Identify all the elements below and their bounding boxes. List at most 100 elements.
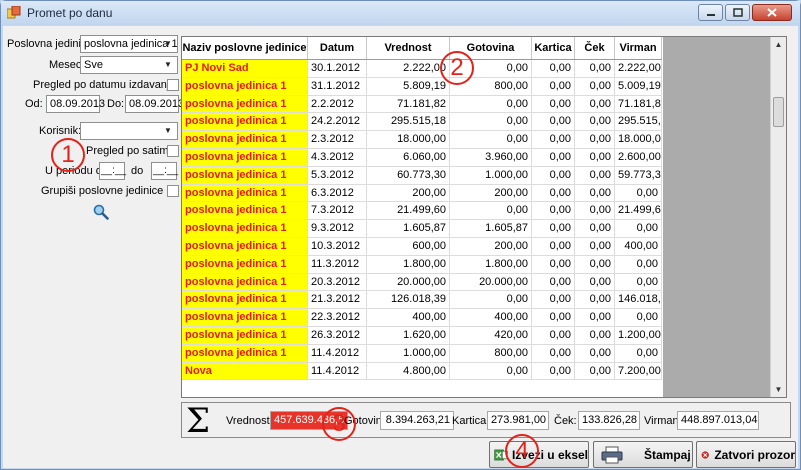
table-cell[interactable]: poslovna jedinica 1 <box>182 309 308 326</box>
table-cell[interactable]: 4.3.2012 <box>308 148 367 166</box>
table-cell[interactable]: 0,00 <box>532 131 575 148</box>
table-cell[interactable]: 0,00 <box>575 202 615 220</box>
scroll-down-icon[interactable]: ▼ <box>771 382 786 397</box>
table-cell[interactable]: 0,00 <box>532 362 575 380</box>
table-cell[interactable]: 7.200,00 <box>615 362 662 380</box>
table-cell[interactable]: 1.000,00 <box>450 166 532 184</box>
table-cell[interactable]: 20.3.2012 <box>308 273 367 291</box>
table-cell[interactable]: 0,00 <box>615 255 662 273</box>
table-cell[interactable]: 60.773,30 <box>367 166 450 184</box>
table-row[interactable]: poslovna jedinica 1 2.3.2012 18.000,00 0,00… <box>182 131 662 149</box>
table-cell[interactable]: 2.3.2012 <box>308 131 367 148</box>
period-do-field[interactable]: __:__ <box>151 162 178 180</box>
print-button[interactable]: Štampaj <box>593 441 693 468</box>
table-row[interactable]: poslovna jedinica 1 6.3.2012 200,00 200,00 0… <box>182 184 662 203</box>
column-header[interactable]: Datum <box>308 37 367 59</box>
table-cell[interactable]: 4.800,00 <box>367 362 450 380</box>
table-row[interactable]: poslovna jedinica 1 10.3.2012 600,00 200,00… <box>182 237 662 256</box>
table-cell[interactable]: 0,00 <box>532 344 575 362</box>
table-cell[interactable]: 0,00 <box>575 344 615 362</box>
table-cell[interactable]: 400,00 <box>450 309 532 326</box>
table-cell[interactable]: 0,00 <box>575 255 615 273</box>
table-cell[interactable]: 200,00 <box>367 184 450 202</box>
table-cell[interactable]: 11.4.2012 <box>308 362 367 380</box>
table-cell[interactable]: 0,00 <box>575 60 615 77</box>
vertical-scrollbar[interactable]: ▲ ▼ <box>770 37 786 397</box>
table-cell[interactable]: 11.4.2012 <box>308 344 367 362</box>
table-cell[interactable]: 2.222,00 <box>367 60 450 77</box>
table-cell[interactable]: 5.009,19 <box>615 77 662 95</box>
do-date-field[interactable]: 08.09.2013 <box>125 95 184 113</box>
table-cell[interactable]: 0,00 <box>575 362 615 380</box>
table-row[interactable]: poslovna jedinica 1 20.3.2012 20.000,00 20.… <box>182 273 662 292</box>
table-cell[interactable]: 0,00 <box>575 77 615 95</box>
table-cell[interactable]: 5.809,19 <box>367 77 450 95</box>
table-cell[interactable]: 295.515,18 <box>615 113 662 131</box>
table-row[interactable]: poslovna jedinica 1 11.4.2012 1.000,00 800,… <box>182 344 662 363</box>
table-cell[interactable]: 200,00 <box>450 237 532 255</box>
table-cell[interactable]: 0,00 <box>532 184 575 202</box>
pregled-datum-checkbox[interactable] <box>167 79 179 91</box>
table-cell[interactable]: 0,00 <box>532 166 575 184</box>
od-date-field[interactable]: 08.09.2013 <box>46 95 105 113</box>
table-cell[interactable]: 200,00 <box>450 184 532 202</box>
table-row[interactable]: poslovna jedinica 1 7.3.2012 21.499,60 0,00… <box>182 202 662 221</box>
scroll-thumb[interactable] <box>773 97 784 127</box>
table-cell[interactable]: 0,00 <box>615 273 662 291</box>
table-cell[interactable]: 6.3.2012 <box>308 184 367 202</box>
table-cell[interactable]: 0,00 <box>575 131 615 148</box>
table-cell[interactable]: poslovna jedinica 1 <box>182 273 308 291</box>
table-cell[interactable]: 0,00 <box>575 326 615 344</box>
table-cell[interactable]: 30.1.2012 <box>308 60 367 77</box>
table-cell[interactable]: 71.181,82 <box>367 95 450 113</box>
table-cell[interactable]: 0,00 <box>532 95 575 113</box>
table-row[interactable]: poslovna jedinica 1 22.3.2012 400,00 400,00… <box>182 309 662 327</box>
table-cell[interactable]: 0,00 <box>615 220 662 237</box>
table-cell[interactable]: poslovna jedinica 1 <box>182 237 308 255</box>
table-cell[interactable]: 0,00 <box>450 113 532 131</box>
table-cell[interactable]: 3.960,00 <box>450 148 532 166</box>
column-header[interactable]: Ček <box>575 37 615 59</box>
table-cell[interactable]: 0,00 <box>575 309 615 326</box>
table-cell[interactable]: poslovna jedinica 1 <box>182 95 308 113</box>
table-cell[interactable]: 59.773,30 <box>615 166 662 184</box>
table-row[interactable]: poslovna jedinica 1 9.3.2012 1.605,87 1.605… <box>182 220 662 238</box>
table-cell[interactable]: PJ Novi Sad <box>182 60 308 77</box>
table-cell[interactable]: 0,00 <box>532 113 575 131</box>
table-cell[interactable]: poslovna jedinica 1 <box>182 344 308 362</box>
table-row[interactable]: poslovna jedinica 1 5.3.2012 60.773,30 1.00… <box>182 166 662 185</box>
table-cell[interactable]: 7.3.2012 <box>308 202 367 220</box>
table-cell[interactable]: 0,00 <box>532 202 575 220</box>
table-cell[interactable]: 126.018,39 <box>367 291 450 309</box>
poslovna-jedinica-select[interactable]: poslovna jedinica 1 ▼ <box>80 35 178 53</box>
search-icon[interactable] <box>93 204 109 220</box>
table-cell[interactable]: Nova <box>182 362 308 380</box>
table-cell[interactable]: 420,00 <box>450 326 532 344</box>
table-cell[interactable]: 0,00 <box>532 273 575 291</box>
table-cell[interactable]: 2.222,00 <box>615 60 662 77</box>
korisnik-select[interactable]: ▼ <box>80 122 178 140</box>
table-cell[interactable]: 0,00 <box>450 95 532 113</box>
period-od-field[interactable]: __:__ <box>99 162 126 180</box>
table-cell[interactable]: poslovna jedinica 1 <box>182 148 308 166</box>
table-row[interactable]: poslovna jedinica 1 21.3.2012 126.018,39 0,… <box>182 291 662 310</box>
table-cell[interactable]: 146.018,39 <box>615 291 662 309</box>
minimize-button[interactable] <box>698 4 723 21</box>
table-cell[interactable]: 1.620,00 <box>367 326 450 344</box>
table-cell[interactable]: 18.000,00 <box>615 131 662 148</box>
table-cell[interactable]: 0,00 <box>575 113 615 131</box>
table-cell[interactable]: 18.000,00 <box>367 131 450 148</box>
table-cell[interactable]: poslovna jedinica 1 <box>182 113 308 131</box>
table-cell[interactable]: 0,00 <box>532 60 575 77</box>
table-cell[interactable]: 0,00 <box>575 220 615 237</box>
table-cell[interactable]: 0,00 <box>532 255 575 273</box>
table-cell[interactable]: 0,00 <box>450 291 532 309</box>
table-cell[interactable]: 0,00 <box>450 131 532 148</box>
table-cell[interactable]: 24.2.2012 <box>308 113 367 131</box>
table-cell[interactable]: 0,00 <box>532 237 575 255</box>
table-cell[interactable]: 0,00 <box>575 291 615 309</box>
table-cell[interactable]: 295.515,18 <box>367 113 450 131</box>
table-row[interactable]: poslovna jedinica 1 11.3.2012 1.800,00 1.80… <box>182 255 662 274</box>
table-cell[interactable]: 31.1.2012 <box>308 77 367 95</box>
table-row[interactable]: poslovna jedinica 1 4.3.2012 6.060,00 3.960… <box>182 148 662 167</box>
